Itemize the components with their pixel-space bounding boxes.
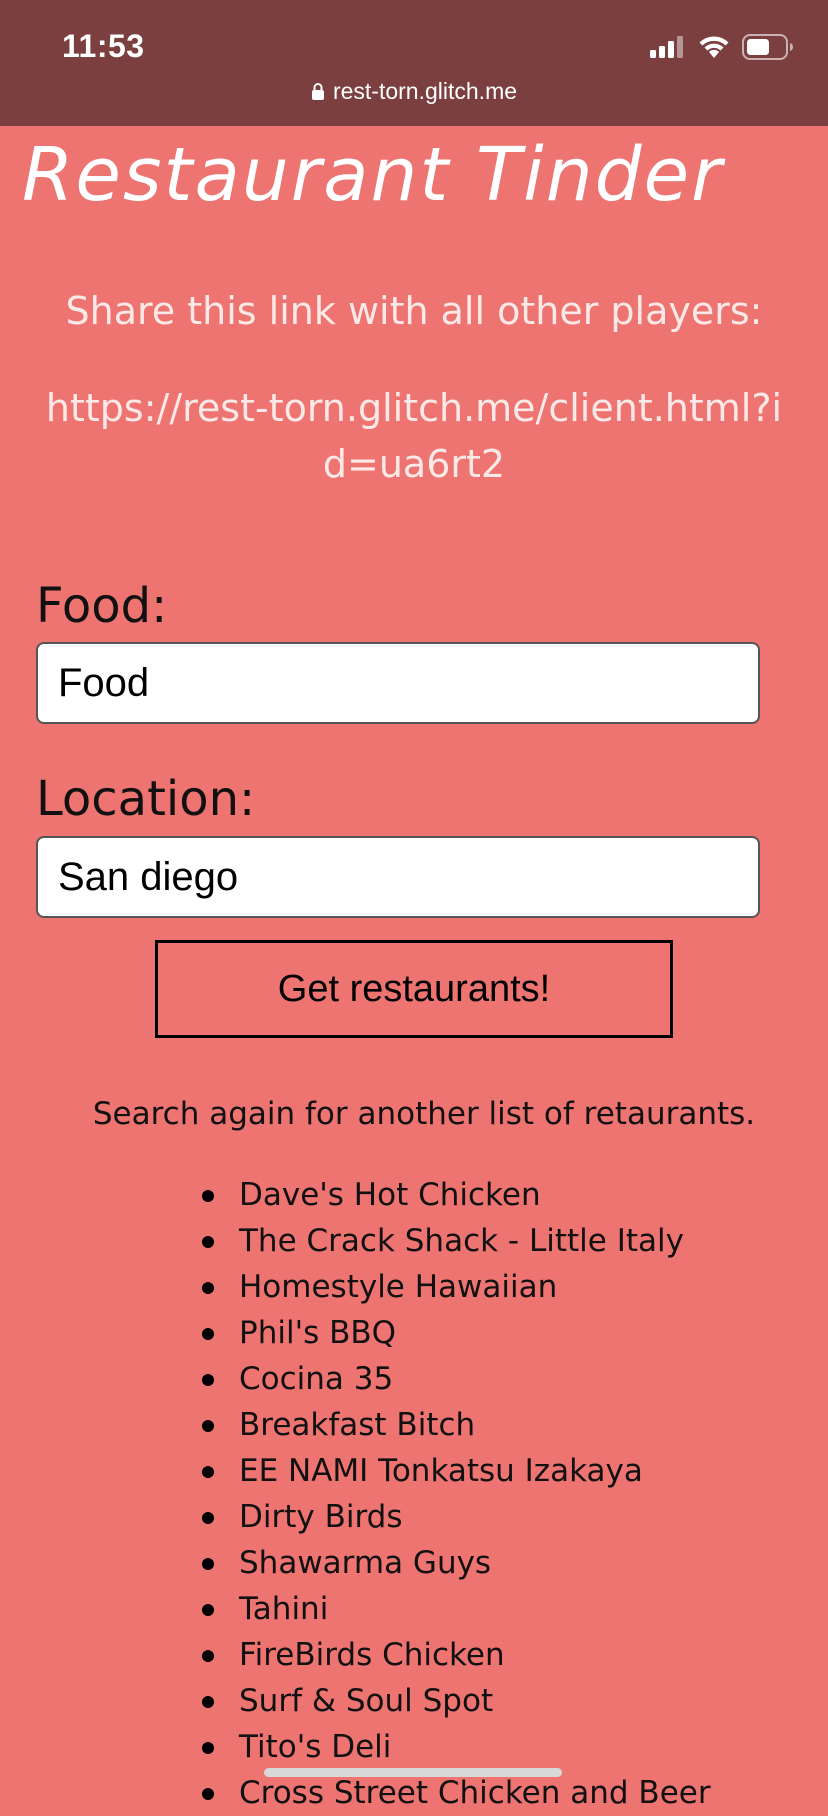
list-item: The Crack Shack - Little Italy <box>196 1218 711 1264</box>
battery-icon <box>742 34 794 64</box>
page-content: Restaurant Tinder Share this link with a… <box>0 126 828 1811</box>
wifi-icon <box>698 35 730 63</box>
status-bar: 11:53 rest-torn.glitch.me <box>0 0 828 126</box>
share-link: https://rest-torn.glitch.me/client.html?… <box>45 386 783 486</box>
url-text: rest-torn.glitch.me <box>332 78 518 104</box>
list-item: Tahini <box>196 1586 711 1632</box>
status-icons <box>650 34 794 64</box>
list-item: Surf & Soul Spot <box>196 1678 711 1724</box>
get-restaurants-button[interactable]: Get restaurants! <box>155 940 673 1038</box>
list-item: Homestyle Hawaiian <box>196 1264 711 1310</box>
share-instructions: Share this link with all other players: <box>65 289 763 333</box>
cellular-signal-icon <box>650 36 686 62</box>
location-input[interactable] <box>36 836 760 918</box>
page-title: Restaurant Tinder <box>22 132 724 218</box>
location-label: Location: <box>36 771 256 827</box>
lock-icon <box>311 79 325 106</box>
list-item: Dirty Birds <box>196 1494 711 1540</box>
list-item: Breakfast Bitch <box>196 1402 711 1448</box>
search-again-hint: Search again for another list of retaura… <box>92 1096 756 1132</box>
address-bar[interactable]: rest-torn.glitch.me <box>0 78 828 106</box>
list-item: FireBirds Chicken <box>196 1632 711 1678</box>
food-label: Food: <box>36 578 168 634</box>
list-item: Cocina 35 <box>196 1356 711 1402</box>
list-item: EE NAMI Tonkatsu Izakaya <box>196 1448 711 1494</box>
list-item: Dave's Hot Chicken <box>196 1172 711 1218</box>
list-item: Phil's BBQ <box>196 1310 711 1356</box>
list-item: Shawarma Guys <box>196 1540 711 1586</box>
list-item: Tito's Deli <box>196 1724 711 1770</box>
food-input[interactable] <box>36 642 760 724</box>
home-indicator[interactable] <box>264 1768 562 1777</box>
status-time: 11:53 <box>62 28 145 64</box>
restaurant-list: Dave's Hot Chicken The Crack Shack - Lit… <box>196 1172 711 1816</box>
